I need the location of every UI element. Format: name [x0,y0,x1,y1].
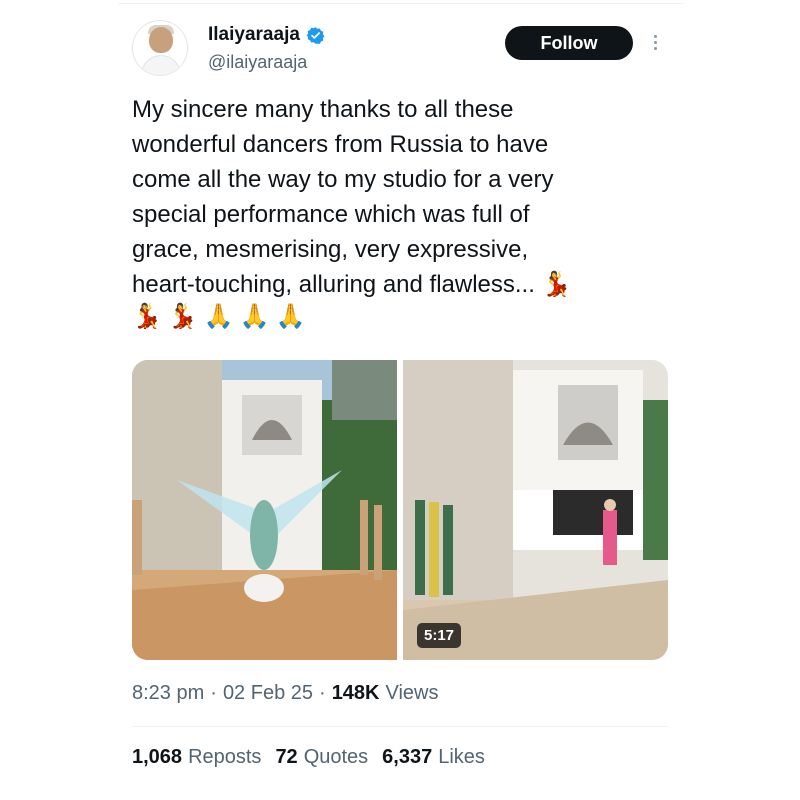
folded-hands-emoji: 🙏 [203,303,234,330]
tweet-meta: 8:23 pm · 02 Feb 25 · 148K Views [132,682,439,705]
views-label: Views [385,682,439,704]
quotes-stat[interactable]: 72 Quotes [275,746,368,769]
meta-separator: · [210,682,217,704]
name-row: Ilaiyaraaja [208,24,325,46]
follow-button[interactable]: Follow [505,26,633,60]
meta-separator: · [319,682,326,704]
reposts-count: 1,068 [132,746,183,768]
more-options-icon[interactable] [649,32,661,56]
tweet-text: My sincere many thanks to all these wond… [132,96,572,298]
dancer-emoji: 💃 [132,303,162,330]
likes-count: 6,337 [382,746,433,768]
avatar[interactable] [132,20,188,76]
likes-label: Likes [438,746,485,768]
media-video-right[interactable]: 5:17 [403,360,668,660]
stats-divider [132,726,668,727]
video-duration-badge: 5:17 [417,623,462,648]
top-divider [118,3,684,4]
media-grid: 5:17 [132,360,668,660]
media-photo-left[interactable] [132,360,397,660]
tweet-date[interactable]: 02 Feb 25 [223,682,313,705]
display-name[interactable]: Ilaiyaraaja [208,24,300,46]
quotes-count: 72 [275,746,298,768]
folded-hands-emoji: 🙏 [239,303,270,330]
reposts-label: Reposts [188,746,262,768]
likes-stat[interactable]: 6,337 Likes [382,746,485,769]
folded-hands-emoji: 🙏 [275,303,306,330]
verified-badge-icon [306,26,325,44]
quotes-label: Quotes [303,746,369,768]
reposts-stat[interactable]: 1,068 Reposts [132,746,261,769]
tweet-header: Ilaiyaraaja @ilaiyaraaja Follow [132,14,672,84]
views-count: 148K [331,682,380,704]
tweet-time[interactable]: 8:23 pm [132,682,204,705]
dancer-emoji: 💃 [167,303,198,330]
engagement-stats: 1,068 Reposts 72 Quotes 6,337 Likes [132,746,485,769]
tweet-emoji-line: 💃 💃 🙏 🙏 🙏 [132,299,305,334]
user-handle[interactable]: @ilaiyaraaja [208,52,307,73]
